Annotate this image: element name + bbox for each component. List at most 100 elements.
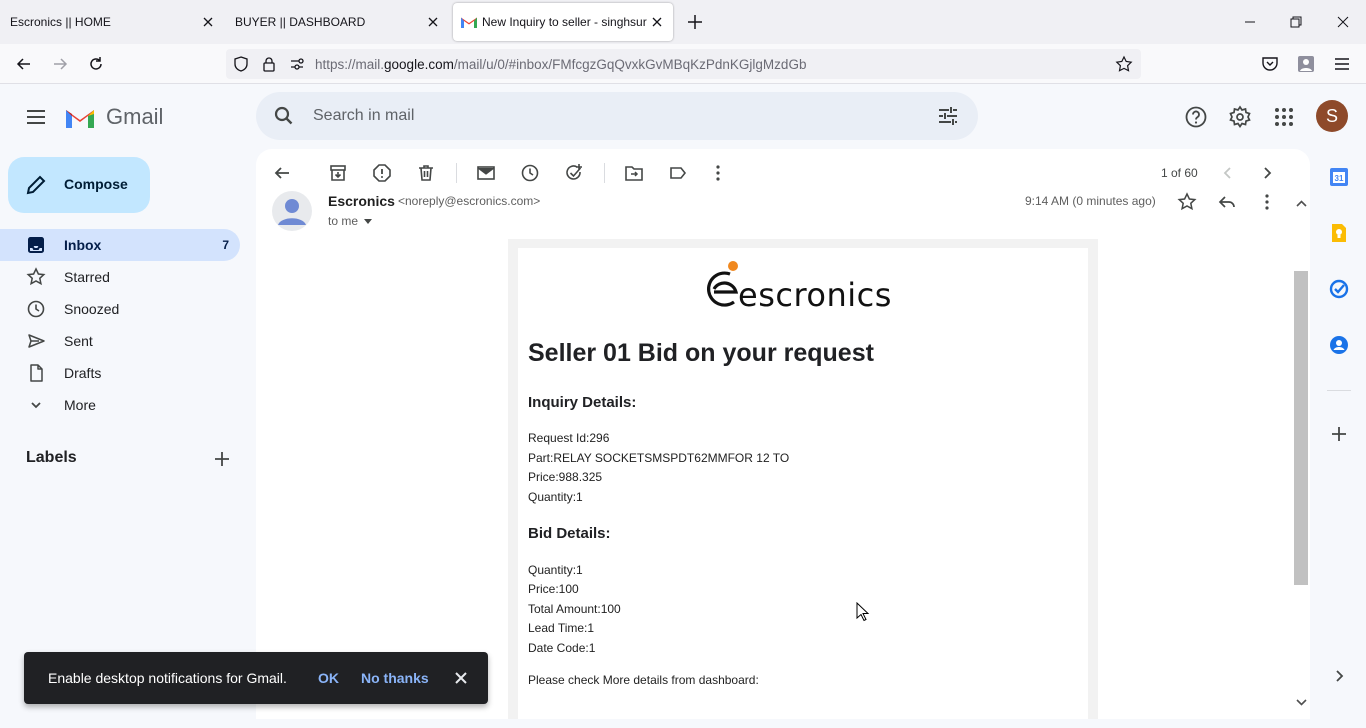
browser-tab-home[interactable]: Escronics || HOME xyxy=(0,0,224,44)
forward-icon[interactable] xyxy=(50,54,70,74)
email-body-frame: escronics Seller 01 Bid on your request … xyxy=(508,239,1098,719)
delete-icon[interactable] xyxy=(416,163,436,183)
message-panel: 1 of 60 Escronics <noreply@escronics.com… xyxy=(256,149,1310,719)
search-input[interactable]: Search in mail xyxy=(313,107,414,125)
reply-icon[interactable] xyxy=(1217,192,1237,212)
calendar-icon[interactable]: 31 xyxy=(1329,167,1349,187)
mouse-cursor-icon xyxy=(856,602,870,622)
archive-icon[interactable] xyxy=(328,163,348,183)
inquiry-detail-line: Part:RELAY SOCKETSMSPDT62MMFOR 12 TO xyxy=(528,451,790,465)
minimize-window-icon[interactable] xyxy=(1240,12,1260,32)
side-panel-divider xyxy=(1327,390,1351,391)
search-bar[interactable]: Search in mail xyxy=(256,92,978,140)
older-chevron-right-icon[interactable] xyxy=(1257,163,1277,183)
recipient-summary[interactable]: to me xyxy=(328,214,358,228)
toolbar-divider xyxy=(604,163,605,183)
browser-tab-gmail[interactable]: New Inquiry to seller - singhsur xyxy=(453,3,673,41)
contacts-icon[interactable] xyxy=(1329,335,1349,355)
email-heading: Seller 01 Bid on your request xyxy=(528,339,874,367)
snackbar-ok-button[interactable]: OK xyxy=(318,670,339,686)
unread-count-badge: 7 xyxy=(222,238,229,252)
url-prefix: https://mail. xyxy=(315,57,385,72)
tasks-icon[interactable] xyxy=(1329,279,1349,299)
avatar[interactable]: S xyxy=(1316,100,1348,132)
sender-avatar-icon[interactable] xyxy=(272,191,312,231)
browser-tab-dashboard[interactable]: BUYER || DASHBOARD xyxy=(225,0,449,44)
reload-icon[interactable] xyxy=(86,54,106,74)
tab-label: New Inquiry to seller - singhsur xyxy=(482,15,647,29)
settings-gear-icon[interactable] xyxy=(1228,105,1252,129)
move-to-icon[interactable] xyxy=(624,163,644,183)
close-tab-icon[interactable] xyxy=(200,14,216,30)
message-more-icon[interactable] xyxy=(1257,192,1277,212)
footer-line: Please check More details from dashboard… xyxy=(528,673,759,687)
search-options-icon[interactable] xyxy=(937,106,959,126)
sender-email: <noreply@escronics.com> xyxy=(398,194,541,208)
sender-name[interactable]: Escronics xyxy=(328,193,395,209)
add-to-tasks-icon[interactable] xyxy=(564,163,584,183)
back-icon[interactable] xyxy=(14,54,34,74)
snackbar-no-thanks-button[interactable]: No thanks xyxy=(361,670,429,686)
new-tab-icon[interactable] xyxy=(686,13,704,31)
site-permissions-icon[interactable] xyxy=(288,55,306,73)
show-side-panel-chevron-icon[interactable] xyxy=(1329,666,1349,686)
sidebar-item-label: Inbox xyxy=(64,237,102,253)
close-tab-icon[interactable] xyxy=(425,14,441,30)
notification-snackbar: Enable desktop notifications for Gmail. … xyxy=(24,652,488,704)
report-spam-icon[interactable] xyxy=(372,163,392,183)
newer-chevron-left-icon[interactable] xyxy=(1218,163,1238,183)
help-icon[interactable] xyxy=(1184,105,1208,129)
back-to-inbox-icon[interactable] xyxy=(272,163,292,183)
scroll-down-arrow-icon[interactable] xyxy=(1296,697,1307,707)
more-options-icon[interactable] xyxy=(708,163,728,183)
bid-detail-line: Lead Time:1 xyxy=(528,621,595,635)
compose-button[interactable]: Compose xyxy=(8,157,150,213)
main-menu-icon[interactable] xyxy=(24,105,48,129)
mark-unread-icon[interactable] xyxy=(476,163,496,183)
sidebar-item-starred[interactable]: Starred xyxy=(0,261,240,293)
label-icon[interactable] xyxy=(668,163,688,183)
close-tab-icon[interactable] xyxy=(649,14,665,30)
keep-icon[interactable] xyxy=(1329,223,1349,243)
url-bar[interactable]: https://mail.google.com/mail/u/0/#inbox/… xyxy=(226,49,1141,79)
bid-details-title: Bid Details: xyxy=(528,525,611,542)
draft-icon xyxy=(30,364,43,382)
gmail-favicon-icon xyxy=(461,17,477,28)
sidebar-item-snoozed[interactable]: Snoozed xyxy=(0,293,240,325)
browser-menu-icon[interactable] xyxy=(1332,54,1352,74)
sidebar-item-drafts[interactable]: Drafts xyxy=(0,357,240,389)
lock-icon[interactable] xyxy=(260,55,278,73)
scrollbar-thumb[interactable] xyxy=(1294,271,1308,585)
close-window-icon[interactable] xyxy=(1333,12,1353,32)
email-body: escronics Seller 01 Bid on your request … xyxy=(518,248,1088,719)
search-icon[interactable] xyxy=(273,105,295,127)
inquiry-detail-line: Quantity:1 xyxy=(528,490,583,504)
sidebar-item-more[interactable]: More xyxy=(0,389,240,421)
add-label-icon[interactable] xyxy=(212,449,232,469)
snooze-icon[interactable] xyxy=(520,163,540,183)
sidebar-item-label: Starred xyxy=(64,269,110,285)
sidebar-item-sent[interactable]: Sent xyxy=(0,325,240,357)
pocket-icon[interactable] xyxy=(1260,54,1280,74)
bid-detail-line: Quantity:1 xyxy=(528,563,583,577)
svg-text:31: 31 xyxy=(1335,174,1344,183)
account-icon[interactable] xyxy=(1296,54,1316,74)
browser-nav-bar: https://mail.google.com/mail/u/0/#inbox/… xyxy=(0,44,1366,84)
apps-grid-icon[interactable] xyxy=(1272,105,1296,129)
shield-icon[interactable] xyxy=(232,55,250,73)
gmail-logo-icon[interactable] xyxy=(64,106,96,130)
bid-detail-line: Total Amount:100 xyxy=(528,602,621,616)
sidebar-item-inbox[interactable]: Inbox 7 xyxy=(0,229,240,261)
snackbar-close-icon[interactable] xyxy=(452,669,470,687)
clock-icon xyxy=(27,300,45,318)
gmail-wordmark: Gmail xyxy=(106,104,164,129)
url-text[interactable]: https://mail.google.com/mail/u/0/#inbox/… xyxy=(315,57,806,72)
bookmark-star-icon[interactable] xyxy=(1115,55,1133,73)
recipient-details-dropdown-icon[interactable] xyxy=(363,216,373,226)
scroll-up-arrow-icon[interactable] xyxy=(1296,199,1307,209)
bid-detail-line: Date Code:1 xyxy=(528,641,596,655)
get-addons-plus-icon[interactable] xyxy=(1329,424,1349,444)
star-message-icon[interactable] xyxy=(1177,192,1197,212)
labels-heading: Labels xyxy=(26,449,77,466)
restore-window-icon[interactable] xyxy=(1286,12,1306,32)
